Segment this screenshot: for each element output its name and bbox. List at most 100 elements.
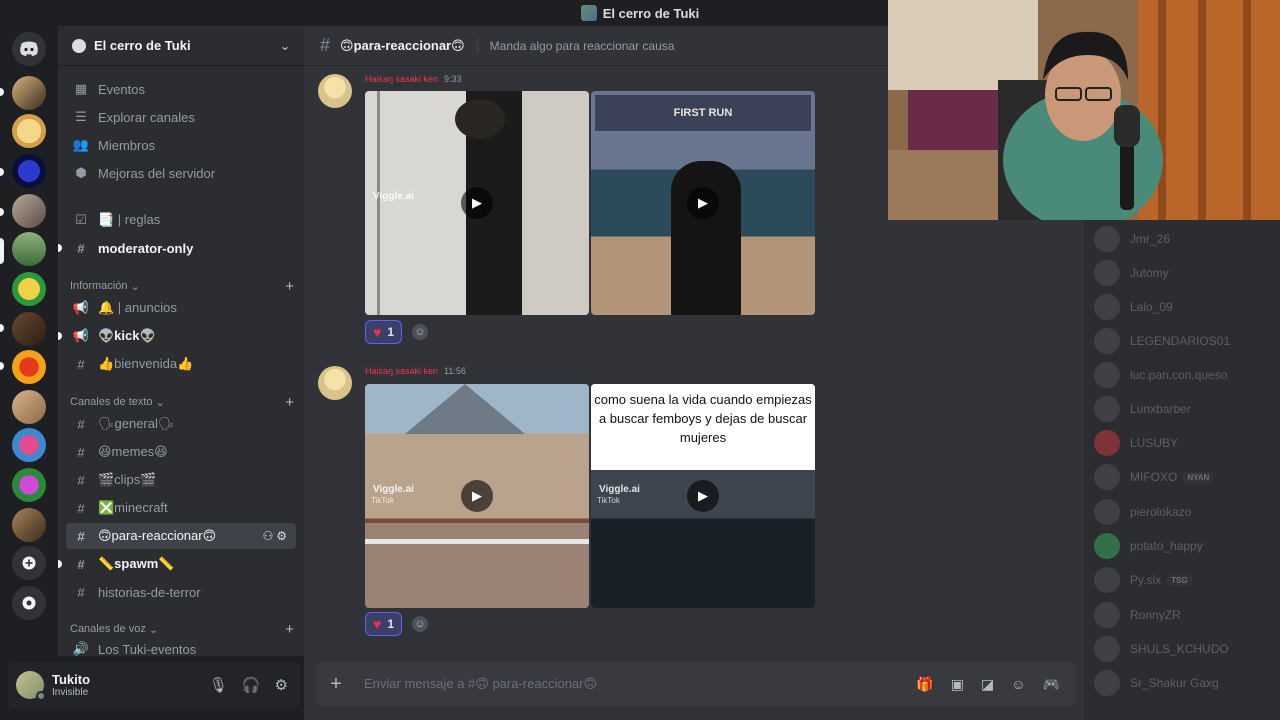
nav-server-boost[interactable]: ⬢ Mejoras del servidor bbox=[66, 160, 296, 186]
server-header[interactable]: El cerro de Tuki ⌄ bbox=[58, 26, 304, 66]
message-input[interactable]: Enviar mensaje a #🙃 para-reaccionar🙃 bbox=[364, 676, 597, 692]
member-item[interactable]: Lunxbarber bbox=[1094, 394, 1191, 424]
gear-icon[interactable]: ⚙ bbox=[275, 676, 288, 694]
message: Haisaŋ sasaki ken 11:56 Viggle.ai TikTok … bbox=[318, 366, 838, 641]
add-server-button[interactable] bbox=[12, 546, 46, 580]
channel-anuncios[interactable]: 📢 🔔 | anuncios bbox=[66, 295, 296, 321]
unread-indicator bbox=[58, 560, 62, 568]
server-avatar[interactable] bbox=[12, 468, 46, 502]
server-avatar[interactable] bbox=[12, 350, 46, 384]
user-info[interactable]: Tukito Invisible bbox=[52, 672, 90, 698]
member-item[interactable]: Lalo_09 bbox=[1094, 292, 1173, 322]
create-channel-button[interactable]: + bbox=[285, 278, 294, 295]
sticker-icon[interactable]: ◪ bbox=[981, 676, 994, 693]
channel-minecraft[interactable]: # ❎minecraft bbox=[66, 495, 296, 521]
avatar bbox=[1094, 464, 1120, 490]
server-avatar[interactable] bbox=[12, 508, 46, 542]
video-attachment[interactable]: como suena la vida cuando empiezas a bus… bbox=[591, 384, 815, 608]
hash-icon: # bbox=[77, 528, 85, 544]
unread-indicator bbox=[58, 332, 62, 340]
channel-memes[interactable]: # 😆memes😆 bbox=[66, 439, 296, 465]
message-author[interactable]: Haisaŋ sasaki ken bbox=[365, 366, 438, 376]
play-button[interactable]: ▶ bbox=[687, 187, 719, 219]
microphone-icon[interactable]: 🎙 bbox=[209, 676, 228, 694]
invite-icon[interactable]: ⚇ bbox=[262, 529, 276, 543]
member-item[interactable]: Jmr_26 bbox=[1094, 224, 1170, 254]
server-avatar[interactable] bbox=[12, 272, 46, 306]
server-avatar[interactable] bbox=[12, 194, 46, 228]
server-avatar[interactable] bbox=[12, 114, 46, 148]
voice-channel-los-tuki-eventos[interactable]: 🔊 Los Tuki-eventos bbox=[66, 638, 296, 660]
add-reaction-button[interactable]: ☺ bbox=[412, 616, 428, 632]
play-button[interactable]: ▶ bbox=[461, 480, 493, 512]
play-button[interactable]: ▶ bbox=[687, 480, 719, 512]
create-channel-button[interactable]: + bbox=[285, 394, 294, 411]
reactions: ♥ 1 ☺ bbox=[365, 320, 428, 344]
channel-topic[interactable]: Manda algo para reaccionar causa bbox=[490, 39, 675, 53]
channel-general[interactable]: # 🗣general🗣 bbox=[66, 411, 296, 437]
server-avatar[interactable] bbox=[12, 312, 46, 346]
gamepad-icon[interactable]: 🎮 bbox=[1043, 676, 1060, 693]
discord-home-button[interactable] bbox=[12, 32, 46, 66]
member-item[interactable]: MIFOXO NYAN bbox=[1094, 462, 1214, 492]
message-header: Haisaŋ sasaki ken 9:33 bbox=[365, 74, 462, 84]
channel-actions[interactable]: ⚇⚙ bbox=[262, 529, 290, 543]
server-avatar[interactable] bbox=[12, 428, 46, 462]
channel-para-reaccionar[interactable]: # 🙃para-reaccionar🙃 ⚇⚙ bbox=[66, 523, 296, 549]
category-canales-de-texto[interactable]: Canales de texto ⌄ + bbox=[70, 393, 296, 411]
channel-historias-de-terror[interactable]: # historias-de-terror bbox=[66, 579, 296, 605]
server-avatar[interactable] bbox=[12, 154, 46, 188]
video-watermark: Viggle.ai bbox=[373, 191, 414, 202]
reaction-heart[interactable]: ♥ 1 bbox=[365, 320, 402, 344]
play-button[interactable]: ▶ bbox=[461, 187, 493, 219]
channel-reglas[interactable]: ☑ 📑 | reglas bbox=[66, 207, 296, 233]
gif-icon[interactable]: ▣ bbox=[951, 676, 964, 693]
channel-bienvenida[interactable]: # 👍bienvenida👍 bbox=[66, 351, 296, 377]
headphones-icon[interactable]: 🎧 bbox=[242, 676, 261, 694]
video-attachment[interactable]: Viggle.ai ▶ bbox=[365, 91, 589, 315]
member-item[interactable]: RonnyZR bbox=[1094, 600, 1181, 630]
video-attachment[interactable]: FIRST RUN ▶ bbox=[591, 91, 815, 315]
category-canales-de-voz[interactable]: Canales de voz ⌄ + bbox=[70, 620, 296, 638]
member-item[interactable]: potato_happy bbox=[1094, 531, 1203, 561]
member-item[interactable]: Py.six TSG bbox=[1094, 565, 1192, 595]
avatar[interactable] bbox=[16, 671, 46, 701]
avatar bbox=[1094, 294, 1120, 320]
attach-plus-button[interactable]: + bbox=[316, 673, 356, 696]
video-attachment[interactable]: Viggle.ai TikTok ▶ bbox=[365, 384, 589, 608]
avatar[interactable] bbox=[318, 74, 352, 108]
channel-spawm[interactable]: # 📏spawm📏 bbox=[58, 551, 296, 577]
members-icon: 👥 bbox=[72, 137, 90, 152]
gear-icon[interactable]: ⚙ bbox=[276, 529, 290, 543]
discord-logo-icon bbox=[20, 41, 38, 56]
emoji-icon[interactable]: ☺ bbox=[1011, 676, 1025, 693]
avatar[interactable] bbox=[318, 366, 352, 400]
message-author[interactable]: Haisaŋ sasaki ken bbox=[365, 74, 438, 84]
member-item[interactable]: LEGENDARIOS01 bbox=[1094, 326, 1230, 356]
member-item[interactable]: Jutomy bbox=[1094, 258, 1169, 288]
explore-servers-button[interactable] bbox=[12, 586, 46, 620]
channel-clips[interactable]: # 🎬clips🎬 bbox=[66, 467, 296, 493]
server-avatar[interactable] bbox=[12, 390, 46, 424]
create-channel-button[interactable]: + bbox=[285, 621, 294, 638]
message: Haisaŋ sasaki ken 9:33 Viggle.ai ▶ FIRST … bbox=[318, 74, 838, 349]
member-item[interactable]: LUSUBY bbox=[1094, 428, 1178, 458]
list-icon: ☰ bbox=[75, 109, 87, 124]
category-informacion[interactable]: Información ⌄ + bbox=[70, 277, 296, 295]
channel-moderator-only[interactable]: # moderator-only bbox=[58, 235, 296, 261]
nav-members[interactable]: 👥 Miembros bbox=[66, 132, 296, 158]
server-avatar[interactable] bbox=[12, 232, 46, 266]
gift-icon[interactable]: 🎁 bbox=[916, 676, 933, 693]
add-reaction-button[interactable]: ☺ bbox=[412, 324, 428, 340]
nav-events[interactable]: ▦ Eventos bbox=[66, 76, 296, 102]
user-status: Invisible bbox=[52, 687, 89, 698]
reaction-heart[interactable]: ♥ 1 bbox=[365, 612, 402, 636]
hash-icon: # bbox=[77, 356, 85, 372]
nav-browse-channels[interactable]: ☰ Explorar canales bbox=[66, 104, 296, 130]
member-item[interactable]: luc.pan.con.queso bbox=[1094, 360, 1227, 390]
server-avatar[interactable] bbox=[12, 76, 46, 110]
member-item[interactable]: SHULS_KCHUDO bbox=[1094, 634, 1229, 664]
member-item[interactable]: Sr_Shakur Gaxg bbox=[1094, 668, 1219, 698]
member-item[interactable]: pierolokazo bbox=[1094, 497, 1191, 527]
channel-kick[interactable]: 📢 👽kick👽 bbox=[58, 323, 296, 349]
